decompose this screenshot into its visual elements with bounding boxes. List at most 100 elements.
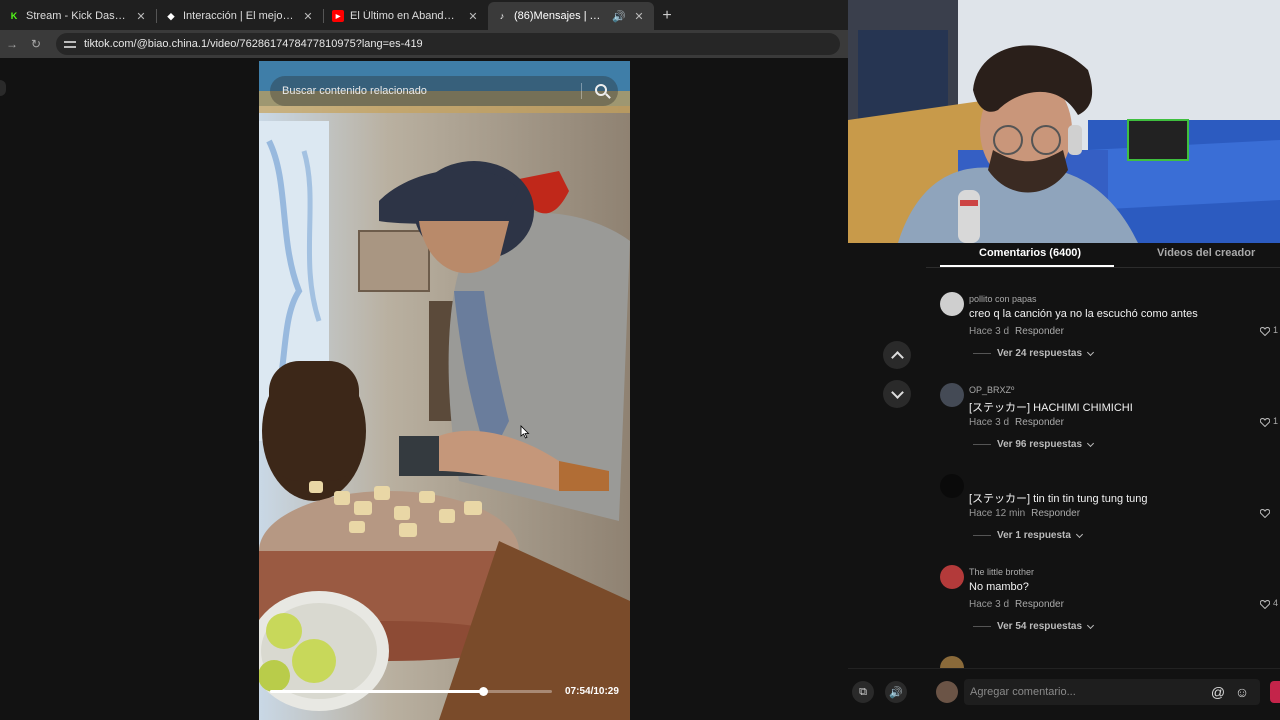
- comment-text: creo q la canción ya no la escuchó como …: [969, 308, 1198, 320]
- url-text: tiktok.com/@biao.china.1/video/762861747…: [84, 38, 423, 50]
- tab-title: Interacción | El mejor software p: [183, 10, 295, 22]
- browser-tab-kick[interactable]: K Stream - Kick Dashboard ✕: [0, 2, 156, 30]
- url-field[interactable]: tiktok.com/@biao.china.1/video/762861747…: [56, 33, 840, 55]
- video-time: 07:54/10:29: [565, 686, 619, 697]
- mention-icon[interactable]: @: [1210, 684, 1226, 700]
- browser-tab-bar: K Stream - Kick Dashboard ✕ ◆ Interacció…: [0, 0, 848, 30]
- browser-tab-interaccion[interactable]: ◆ Interacción | El mejor software p ✕: [157, 2, 323, 30]
- heart-icon[interactable]: [1260, 418, 1270, 427]
- reply-button[interactable]: Responder: [1031, 508, 1080, 519]
- heart-icon[interactable]: [1260, 509, 1270, 518]
- reply-button[interactable]: Responder: [1015, 326, 1064, 337]
- kick-icon: K: [10, 11, 18, 21]
- volume-icon[interactable]: 🔊: [885, 681, 907, 703]
- reply-button[interactable]: Responder: [1015, 417, 1064, 428]
- view-replies-button[interactable]: Ver 96 respuestas: [973, 439, 1095, 450]
- chevron-down-icon: [1087, 439, 1095, 447]
- view-replies-button[interactable]: Ver 24 respuestas: [973, 348, 1095, 359]
- mouse-cursor-icon: [520, 425, 530, 439]
- browser-tab-youtube[interactable]: ▶ El Último en Abandonar la Tier ✕: [324, 2, 488, 30]
- tiktok-icon: ♪: [499, 11, 505, 21]
- diamond-icon: ◆: [167, 10, 175, 21]
- emoji-icon[interactable]: ☺: [1234, 684, 1250, 700]
- clip-icon[interactable]: ⧉: [852, 681, 874, 703]
- like-count: 1: [1273, 325, 1279, 335]
- site-settings-icon[interactable]: [64, 39, 76, 49]
- comment-time: Hace 12 min: [969, 508, 1026, 519]
- webcam-illustration: [848, 0, 1280, 243]
- replies-line: [973, 444, 991, 445]
- comment-meta: Hace 3 d Responder: [969, 326, 1064, 337]
- active-tab-indicator: [940, 265, 1114, 267]
- tab-title: (86)Mensajes | TikTok: [514, 10, 606, 22]
- comment-time: Hace 3 d: [969, 326, 1010, 337]
- address-bar: → ↻ tiktok.com/@biao.china.1/video/76286…: [0, 30, 848, 58]
- replies-line: [973, 353, 991, 354]
- video-progress-bar[interactable]: [270, 687, 552, 696]
- view-replies-button[interactable]: Ver 54 respuestas: [973, 621, 1095, 632]
- search-divider: [581, 83, 582, 99]
- chevron-down-icon: [1075, 530, 1083, 538]
- reload-icon[interactable]: ↻: [24, 37, 48, 51]
- comment-text: No mambo?: [969, 581, 1029, 593]
- comment-composer-bar: ⧉ 🔊 Agregar comentario... @ ☺: [848, 668, 1280, 720]
- comment-meta: Hace 12 min Responder: [969, 508, 1080, 519]
- replies-label: Ver 1 respuesta: [997, 530, 1071, 541]
- replies-line: [973, 535, 991, 536]
- next-video-button[interactable]: [883, 380, 911, 408]
- replies-label: Ver 24 respuestas: [997, 348, 1083, 359]
- comment-time: Hace 3 d: [969, 417, 1010, 428]
- youtube-icon: ▶: [332, 10, 344, 22]
- avatar[interactable]: [940, 292, 964, 316]
- close-icon[interactable]: ✕: [632, 10, 646, 23]
- heart-icon[interactable]: [1260, 327, 1270, 336]
- view-replies-button[interactable]: Ver 1 respuesta: [973, 530, 1083, 541]
- related-search-input[interactable]: Buscar contenido relacionado: [270, 76, 618, 106]
- close-icon[interactable]: ✕: [466, 10, 480, 23]
- post-comment-button[interactable]: [1270, 681, 1280, 703]
- like-count: 1: [1273, 416, 1279, 426]
- comment-username[interactable]: pollito con papas: [969, 294, 1037, 304]
- avatar[interactable]: [940, 383, 964, 407]
- comments-list: pollito con papas creo q la canción ya n…: [926, 280, 1280, 668]
- close-icon[interactable]: ✕: [301, 10, 315, 23]
- search-icon[interactable]: [595, 84, 607, 96]
- avatar[interactable]: [940, 565, 964, 589]
- avatar[interactable]: [940, 474, 964, 498]
- forward-icon[interactable]: →: [0, 37, 24, 51]
- avatar[interactable]: [940, 656, 964, 668]
- comment-username[interactable]: The little brother: [969, 567, 1034, 577]
- chevron-down-icon: [890, 385, 904, 399]
- comment-meta: Hace 3 d Responder: [969, 599, 1064, 610]
- previous-video-button[interactable]: [883, 341, 911, 369]
- heart-icon[interactable]: [1260, 600, 1270, 609]
- comment-text: [ステッカー] tin tin tin tung tung tung: [969, 493, 1148, 505]
- new-tab-button[interactable]: +: [654, 2, 680, 30]
- avatar[interactable]: [936, 681, 958, 703]
- comment-username[interactable]: OP_BRXZº: [969, 385, 1014, 395]
- like-count: 4: [1273, 598, 1279, 608]
- screen: K Stream - Kick Dashboard ✕ ◆ Interacció…: [0, 0, 1280, 720]
- speaker-icon[interactable]: 🔊: [612, 10, 626, 23]
- reply-button[interactable]: Responder: [1015, 599, 1064, 610]
- comment-input[interactable]: Agregar comentario... @ ☺: [964, 679, 1260, 705]
- replies-label: Ver 96 respuestas: [997, 439, 1083, 450]
- comment-time: Hace 3 d: [969, 599, 1010, 610]
- progress-fill: [270, 690, 484, 693]
- side-handle[interactable]: [0, 80, 6, 96]
- video-player[interactable]: [259, 61, 630, 720]
- replies-label: Ver 54 respuestas: [997, 621, 1083, 632]
- video-frame-illustration: [259, 61, 630, 720]
- comment-meta: Hace 3 d Responder: [969, 417, 1064, 428]
- chevron-down-icon: [1087, 348, 1095, 356]
- search-placeholder: Buscar contenido relacionado: [282, 85, 427, 97]
- tab-title: El Último en Abandonar la Tier: [350, 10, 460, 22]
- browser-tab-tiktok[interactable]: ♪ (86)Mensajes | TikTok 🔊 ✕: [488, 2, 654, 30]
- chevron-up-icon: [890, 350, 904, 364]
- replies-line: [973, 626, 991, 627]
- comments-tabs: Comentarios (6400) Videos del creador: [926, 243, 1280, 268]
- tab-comments[interactable]: Comentarios (6400): [979, 247, 1081, 259]
- comment-placeholder: Agregar comentario...: [970, 686, 1076, 698]
- tab-creator-videos[interactable]: Videos del creador: [1157, 247, 1255, 259]
- close-icon[interactable]: ✕: [134, 10, 148, 23]
